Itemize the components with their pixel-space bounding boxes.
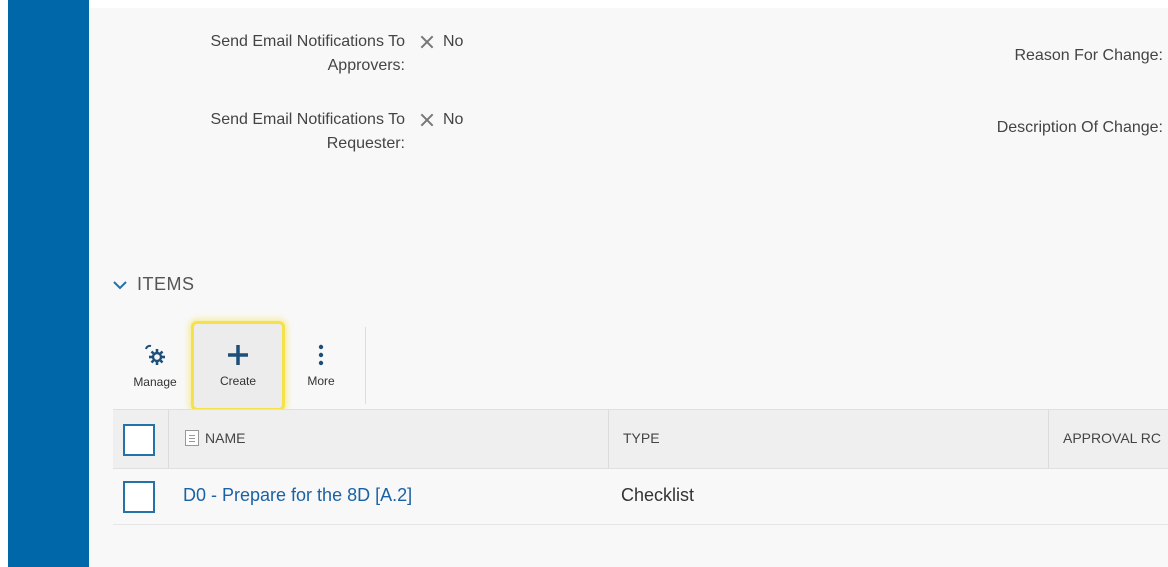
- main-content: Send Email Notifications To Approvers: N…: [89, 8, 1168, 567]
- column-header-type[interactable]: TYPE: [623, 430, 660, 446]
- grid-header: NAME TYPE APPROVAL RC: [113, 409, 1168, 469]
- email-approvers-value-text: No: [443, 33, 464, 50]
- manage-button-label: Manage: [133, 375, 177, 389]
- items-section-title: ITEMS: [137, 274, 195, 294]
- email-requester-label-line1: Send Email Notifications To: [210, 111, 405, 128]
- column-separator: [1048, 410, 1049, 469]
- column-header-name-label: NAME: [205, 430, 246, 446]
- x-icon: [419, 34, 435, 50]
- item-name-link[interactable]: D0 - Prepare for the 8D [A.2]: [183, 485, 412, 506]
- items-section-toggle[interactable]: ITEMS: [113, 274, 195, 295]
- email-approvers-label-line2: Approvers:: [327, 57, 405, 74]
- toolbar-divider: [365, 327, 366, 404]
- manage-button[interactable]: Manage: [125, 328, 185, 404]
- app-sidebar: [8, 0, 89, 567]
- more-vertical-icon: [318, 344, 324, 366]
- document-icon: [185, 430, 199, 446]
- x-icon: [419, 112, 435, 128]
- email-approvers-label: Send Email Notifications To Approvers:: [129, 30, 405, 78]
- column-separator: [608, 410, 609, 469]
- create-button[interactable]: Create: [191, 321, 285, 411]
- create-button-label: Create: [219, 374, 257, 388]
- column-separator: [168, 410, 169, 469]
- items-toolbar: Manage Create More: [125, 321, 351, 411]
- description-of-change-label: Description Of Change:: [996, 119, 1163, 136]
- chevron-down-icon: [113, 280, 127, 289]
- more-button[interactable]: More: [291, 328, 351, 404]
- select-all-checkbox[interactable]: [123, 424, 155, 456]
- item-type: Checklist: [621, 485, 695, 505]
- items-grid: NAME TYPE APPROVAL RC D0 - Prepare for t…: [113, 409, 1168, 525]
- email-requester-label-line2: Requester:: [326, 135, 405, 152]
- column-header-type-label: TYPE: [623, 430, 660, 446]
- email-approvers-label-line1: Send Email Notifications To: [210, 33, 405, 50]
- column-header-approval[interactable]: APPROVAL RC: [1063, 430, 1161, 446]
- email-approvers-value: No: [419, 30, 463, 54]
- more-button-label: More: [307, 374, 335, 388]
- window-frame: [0, 0, 8, 567]
- email-requester-label: Send Email Notifications To Requester:: [129, 108, 405, 156]
- gear-icon: [145, 344, 165, 365]
- reason-for-change-label: Reason For Change:: [1014, 47, 1163, 64]
- email-requester-value: No: [419, 108, 463, 132]
- column-header-approval-label: APPROVAL RC: [1063, 430, 1162, 446]
- email-requester-value-text: No: [443, 111, 464, 128]
- row-checkbox[interactable]: [123, 481, 155, 513]
- column-header-name[interactable]: NAME: [185, 430, 245, 446]
- plus-icon: [228, 345, 248, 365]
- table-row[interactable]: D0 - Prepare for the 8D [A.2] Checklist: [113, 469, 1168, 525]
